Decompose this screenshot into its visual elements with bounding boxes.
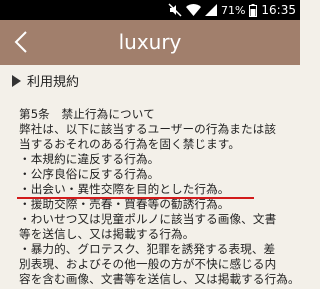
status-bar: 71% 16:35 <box>0 0 300 20</box>
app-bar: luxury <box>0 20 300 65</box>
battery-percent: 71% <box>220 3 246 17</box>
terms-line: 容を含む画像、文書等を送信し、又は掲載する行為。 <box>19 272 300 286</box>
terms-line: 別表現、およびその他一般の方が不快に感じる内 <box>19 257 277 271</box>
terms-line: ・暴力的、グロテスク、犯罪を誘発する表現、差 <box>19 242 276 256</box>
terms-line: 弊社は、以下に該当するユーザーの行為または該 <box>19 122 277 136</box>
signal-icon <box>204 4 217 16</box>
terms-text: 第5条 禁止行為について 弊社は、以下に該当するユーザーの行為または該 当するお… <box>17 107 301 287</box>
content-area: 利用規約 第5条 禁止行為について 弊社は、以下に該当するユーザーの行為または該… <box>0 65 300 289</box>
terms-line: 第5条 禁止行為について <box>19 107 155 121</box>
battery-icon <box>249 3 258 17</box>
section-heading-label: 利用規約 <box>27 75 80 90</box>
terms-line: ・援助交際・売春・買春等の勧誘行為。 <box>19 197 230 211</box>
status-icons: 71% 16:35 <box>168 0 296 20</box>
section-heading: 利用規約 <box>12 75 79 91</box>
terms-line: ・わいせつ又は児童ポルノに該当する画像、文書 <box>19 212 277 226</box>
mute-icon <box>168 3 182 17</box>
clock: 16:35 <box>261 3 296 17</box>
highlighted-terms-line: ・出会い・異性交際を目的とした行為。 <box>17 182 254 199</box>
terms-line: ・公序良俗に反する行為。 <box>19 167 160 181</box>
page-title: luxury <box>118 30 182 54</box>
red-underline <box>17 197 254 199</box>
triangle-bullet-icon <box>12 75 21 87</box>
terms-line: 当するおそれのある行為を固く禁じます。 <box>19 137 241 151</box>
terms-line: 等を送信し、又は掲載する行為。 <box>19 227 195 241</box>
wifi-icon <box>185 4 201 16</box>
terms-line: ・本規約に違反する行為。 <box>19 152 160 166</box>
terms-line: ・出会い・異性交際を目的とした行為。 <box>19 182 230 196</box>
